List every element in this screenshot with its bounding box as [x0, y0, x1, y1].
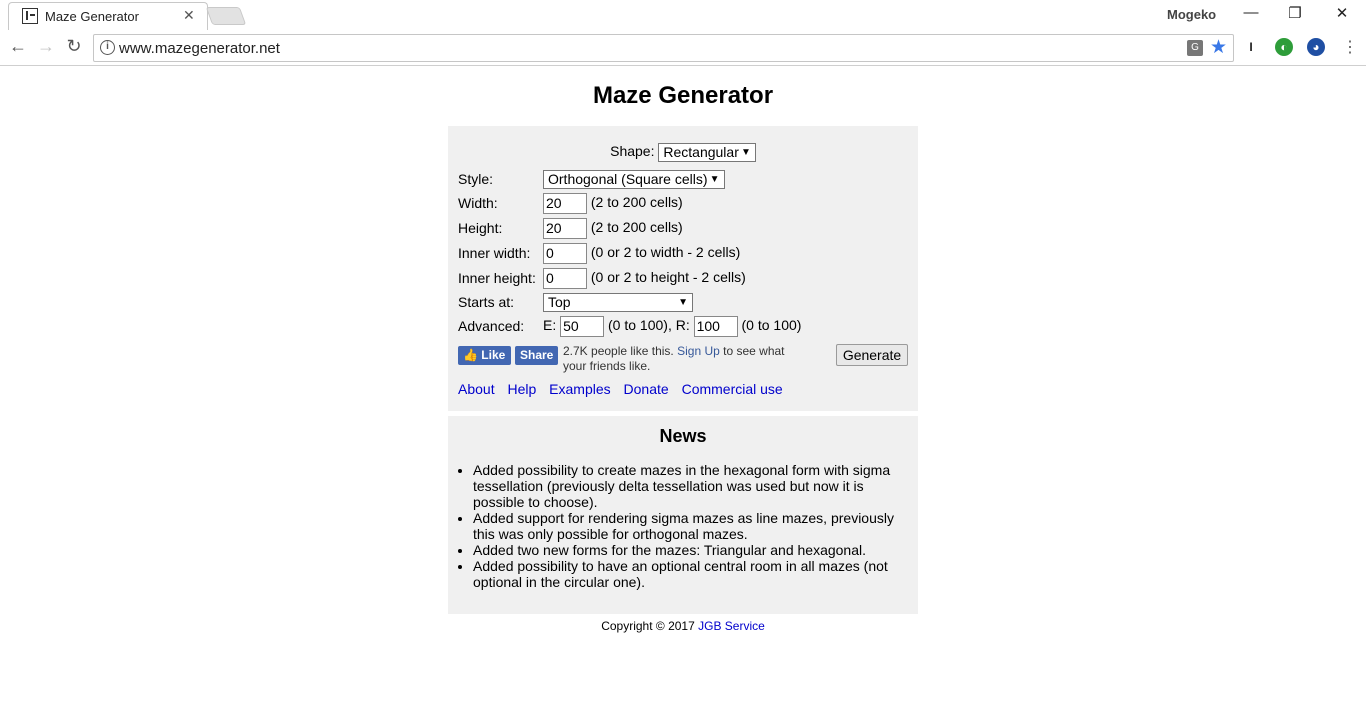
- inner-height-input[interactable]: 0: [543, 268, 587, 289]
- facebook-like-text: 2.7K people like this. Sign Up to see wh…: [563, 344, 808, 374]
- facebook-like-button[interactable]: 👍 Like: [458, 346, 511, 365]
- reload-icon[interactable]: ↻: [62, 36, 86, 57]
- footer-links: About Help Examples Donate Commercial us…: [458, 381, 792, 397]
- starts-at-field: Top ▼: [543, 293, 693, 312]
- close-tab-icon[interactable]: ✕: [183, 7, 195, 24]
- news-item: Added two new forms for the mazes: Trian…: [473, 542, 913, 558]
- e-hint: (0 to 100), R:: [608, 317, 690, 334]
- news-panel: News Added possibility to create mazes i…: [448, 416, 918, 614]
- style-label: Style:: [458, 171, 494, 187]
- shape-label: Shape:: [610, 143, 655, 160]
- browser-tab[interactable]: Maze Generator ✕: [8, 2, 208, 30]
- e-input[interactable]: 50: [560, 316, 605, 337]
- help-link[interactable]: Help: [507, 381, 536, 397]
- news-list: Added possibility to create mazes in the…: [473, 462, 913, 590]
- news-item: Added possibility to create mazes in the…: [473, 462, 913, 510]
- browser-titlebar: Maze Generator ✕ Mogeko — ❐ ✕: [0, 0, 1366, 30]
- address-bar[interactable]: i www.mazegenerator.net G ★: [93, 34, 1234, 62]
- like-label: Like: [481, 348, 506, 362]
- new-tab-button[interactable]: [205, 7, 247, 25]
- maze-options-panel: Shape: Rectangular ▼ Style: Orthogonal (…: [448, 126, 918, 411]
- inner-width-label: Inner width:: [458, 245, 531, 261]
- advanced-label: Advanced:: [458, 318, 525, 334]
- inner-width-hint: (0 or 2 to width - 2 cells): [590, 244, 741, 261]
- browser-menu-icon[interactable]: ⋮: [1340, 37, 1360, 57]
- width-label: Width:: [458, 195, 498, 211]
- height-hint: (2 to 200 cells): [590, 219, 683, 236]
- info-icon[interactable]: i: [100, 40, 115, 55]
- style-field: Orthogonal (Square cells) ▼: [543, 170, 725, 189]
- instapaper-extension-icon[interactable]: I: [1242, 38, 1260, 56]
- maze-favicon-icon: [22, 8, 38, 24]
- facebook-share-button[interactable]: Share: [515, 346, 558, 365]
- starts-at-label: Starts at:: [458, 294, 515, 310]
- page-title: Maze Generator: [592, 82, 774, 109]
- width-field: 20 (2 to 200 cells): [543, 193, 683, 214]
- browser-toolbar: ← → ↻ i www.mazegenerator.net G ★ I ◐ ◕ …: [0, 30, 1366, 66]
- r-input[interactable]: 100: [693, 316, 738, 337]
- height-input[interactable]: 20: [543, 218, 587, 239]
- commercial-use-link[interactable]: Commercial use: [682, 381, 783, 397]
- inner-height-label: Inner height:: [458, 270, 536, 286]
- width-hint: (2 to 200 cells): [590, 194, 683, 211]
- forward-icon[interactable]: →: [34, 36, 58, 57]
- dropdown-arrow-icon: ▼: [740, 147, 751, 158]
- copyright-text: Copyright © 2017: [601, 619, 695, 633]
- about-link[interactable]: About: [458, 381, 495, 397]
- advanced-field: E: 50 (0 to 100), R: 100 (0 to 100): [543, 316, 801, 337]
- thumbs-up-icon: 👍: [463, 348, 478, 362]
- green-extension-icon[interactable]: ◐: [1275, 38, 1293, 56]
- shape-select[interactable]: Rectangular ▼: [658, 143, 756, 162]
- e-label: E:: [543, 317, 557, 334]
- examples-link[interactable]: Examples: [549, 381, 610, 397]
- profile-name[interactable]: Mogeko: [1167, 7, 1216, 22]
- dropdown-arrow-icon: ▼: [678, 297, 688, 308]
- restore-icon[interactable]: ❐: [1280, 4, 1310, 22]
- dropdown-arrow-icon: ▼: [709, 174, 720, 185]
- news-title: News: [659, 426, 707, 446]
- inner-width-field: 0 (0 or 2 to width - 2 cells): [543, 243, 740, 264]
- generate-button[interactable]: Generate: [836, 344, 908, 366]
- blue-extension-icon[interactable]: ◕: [1307, 38, 1325, 56]
- inner-height-hint: (0 or 2 to height - 2 cells): [590, 269, 746, 286]
- donate-link[interactable]: Donate: [624, 381, 669, 397]
- shape-select-value: Rectangular: [663, 144, 739, 160]
- tab-title: Maze Generator: [45, 9, 139, 24]
- jgb-service-link[interactable]: JGB Service: [698, 619, 765, 633]
- starts-at-select-value: Top: [548, 294, 571, 310]
- bookmark-star-icon[interactable]: ★: [1210, 36, 1227, 59]
- inner-width-input[interactable]: 0: [543, 243, 587, 264]
- facebook-signup-link[interactable]: Sign Up: [677, 344, 720, 358]
- like-count-text: 2.7K people like this.: [563, 344, 674, 358]
- url-text[interactable]: www.mazegenerator.net: [119, 40, 280, 57]
- back-icon[interactable]: ←: [6, 36, 30, 57]
- close-window-icon[interactable]: ✕: [1327, 4, 1357, 22]
- style-select[interactable]: Orthogonal (Square cells) ▼: [543, 170, 725, 189]
- news-item: Added support for rendering sigma mazes …: [473, 510, 913, 542]
- width-input[interactable]: 20: [543, 193, 587, 214]
- inner-height-field: 0 (0 or 2 to height - 2 cells): [543, 268, 746, 289]
- page-footer: Copyright © 2017 JGB Service: [0, 619, 1366, 633]
- news-item: Added possibility to have an optional ce…: [473, 558, 913, 590]
- height-field: 20 (2 to 200 cells): [543, 218, 683, 239]
- shape-row: Shape: Rectangular ▼: [448, 143, 918, 162]
- height-label: Height:: [458, 220, 503, 236]
- starts-at-select[interactable]: Top ▼: [543, 293, 693, 312]
- minimize-icon[interactable]: —: [1236, 4, 1266, 21]
- r-hint: (0 to 100): [741, 317, 802, 334]
- translate-icon[interactable]: G: [1187, 40, 1203, 56]
- style-select-value: Orthogonal (Square cells): [548, 171, 708, 187]
